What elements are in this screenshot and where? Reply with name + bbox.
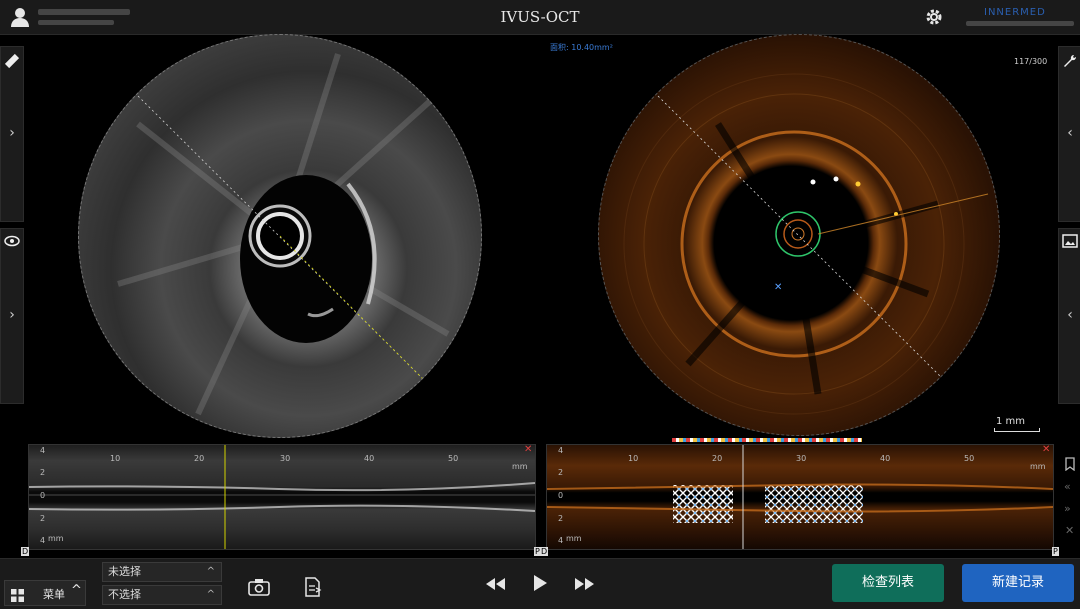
oct-x-tick-20: 20 — [712, 454, 723, 463]
left-tools-tab[interactable]: › — [0, 46, 24, 222]
expand-right-image-chevron-icon[interactable]: ‹ — [1061, 307, 1079, 323]
select-1[interactable]: 未选择 ^ — [102, 562, 222, 582]
brand-logo: INNERMED — [984, 2, 1064, 18]
ivus-y-tick-2a: 2 — [40, 468, 46, 477]
oct-x-tick-30: 30 — [796, 454, 807, 463]
menu-button[interactable]: 菜单 ^ — [4, 580, 86, 606]
ivus-x-tick-10: 10 — [110, 454, 121, 463]
camera-icon[interactable] — [248, 578, 270, 596]
ivus-x-tick-40: 40 — [364, 454, 375, 463]
chevron-up-icon: ^ — [206, 566, 215, 577]
ivus-y-tick-2b: 2 — [40, 514, 46, 523]
oct-x-tick-50: 50 — [964, 454, 975, 463]
ivus-y-tick-bottom: 4 — [40, 536, 46, 545]
oct-x-tick-40: 40 — [880, 454, 891, 463]
right-tools-tab[interactable]: ‹ — [1058, 46, 1080, 222]
oct-x-unit: mm — [1030, 462, 1046, 471]
ivus-x-tick-20: 20 — [194, 454, 205, 463]
rewind-icon[interactable] — [484, 576, 506, 590]
select-2[interactable]: 不选择 ^ — [102, 585, 222, 605]
ivus-y-tick-zero: 0 — [40, 491, 46, 500]
right-image-tab[interactable]: ‹ — [1058, 228, 1080, 404]
export-icon[interactable] — [304, 577, 322, 597]
brand-subtitle-redacted — [966, 21, 1074, 26]
exam-list-button[interactable]: 检查列表 — [832, 564, 944, 602]
select-1-value: 未选择 — [108, 565, 141, 578]
delete-bookmark-icon[interactable]: ✕ — [1065, 524, 1074, 537]
frame-counter: 117/300 — [1014, 57, 1048, 66]
ivus-lview-close-icon[interactable]: ✕ — [524, 444, 532, 455]
oct-lview-close-icon[interactable]: ✕ — [1042, 444, 1050, 455]
fast-forward-icon[interactable] — [574, 576, 596, 590]
oct-outline-ring — [598, 34, 1000, 436]
svg-text:INNERMED: INNERMED — [984, 7, 1046, 17]
ivus-distal-marker: D — [21, 547, 30, 556]
oct-color-track — [672, 438, 862, 442]
ivus-outline-ring — [78, 34, 482, 438]
ivus-x-unit: mm — [512, 462, 528, 471]
select-2-value: 不选择 — [108, 588, 141, 601]
ivus-x-tick-30: 30 — [280, 454, 291, 463]
chevron-up-icon: ^ — [206, 589, 215, 600]
grid-icon — [11, 587, 24, 602]
oct-proximal-marker: P — [1052, 547, 1059, 556]
scale-bar-label: 1 mm — [996, 416, 1026, 427]
oct-distal-marker: D — [540, 547, 549, 556]
user-icon[interactable] — [9, 6, 31, 28]
app-title: IVUS-OCT — [500, 8, 580, 26]
ruler-icon[interactable] — [4, 53, 20, 69]
bookmark-icon[interactable] — [1064, 456, 1076, 472]
oct-y-tick-2a: 2 — [558, 468, 564, 477]
expand-left-tools-chevron-icon[interactable]: › — [3, 125, 21, 141]
oct-y-tick-zero: 0 — [558, 491, 564, 500]
gear-icon[interactable] — [924, 7, 944, 27]
oct-x-tick-10: 10 — [628, 454, 639, 463]
menu-label: 菜单 — [43, 588, 65, 601]
ivus-x-tick-50: 50 — [448, 454, 459, 463]
chevron-up-icon: ^ — [71, 583, 82, 598]
ivus-y-unit: mm — [48, 534, 64, 543]
left-view-tab[interactable]: › — [0, 228, 24, 404]
user-name-redacted — [38, 9, 130, 15]
oct-y-tick-top: 4 — [558, 446, 564, 455]
next-bookmark-icon[interactable]: » — [1064, 502, 1071, 515]
expand-right-tools-chevron-icon[interactable]: ‹ — [1061, 125, 1079, 141]
image-icon[interactable] — [1062, 233, 1078, 248]
expand-left-view-chevron-icon[interactable]: › — [3, 307, 21, 323]
scale-bar — [994, 428, 1040, 432]
eye-icon[interactable] — [4, 233, 20, 247]
oct-y-tick-bottom: 4 — [558, 536, 564, 545]
wrench-icon[interactable] — [1062, 53, 1078, 69]
previous-bookmark-icon[interactable]: « — [1064, 480, 1071, 493]
oct-y-tick-2b: 2 — [558, 514, 564, 523]
new-record-button[interactable]: 新建记录 — [962, 564, 1074, 602]
ivus-y-tick-top: 4 — [40, 446, 46, 455]
oct-y-unit: mm — [566, 534, 582, 543]
play-icon[interactable] — [532, 574, 548, 592]
user-info-redacted — [38, 20, 114, 25]
